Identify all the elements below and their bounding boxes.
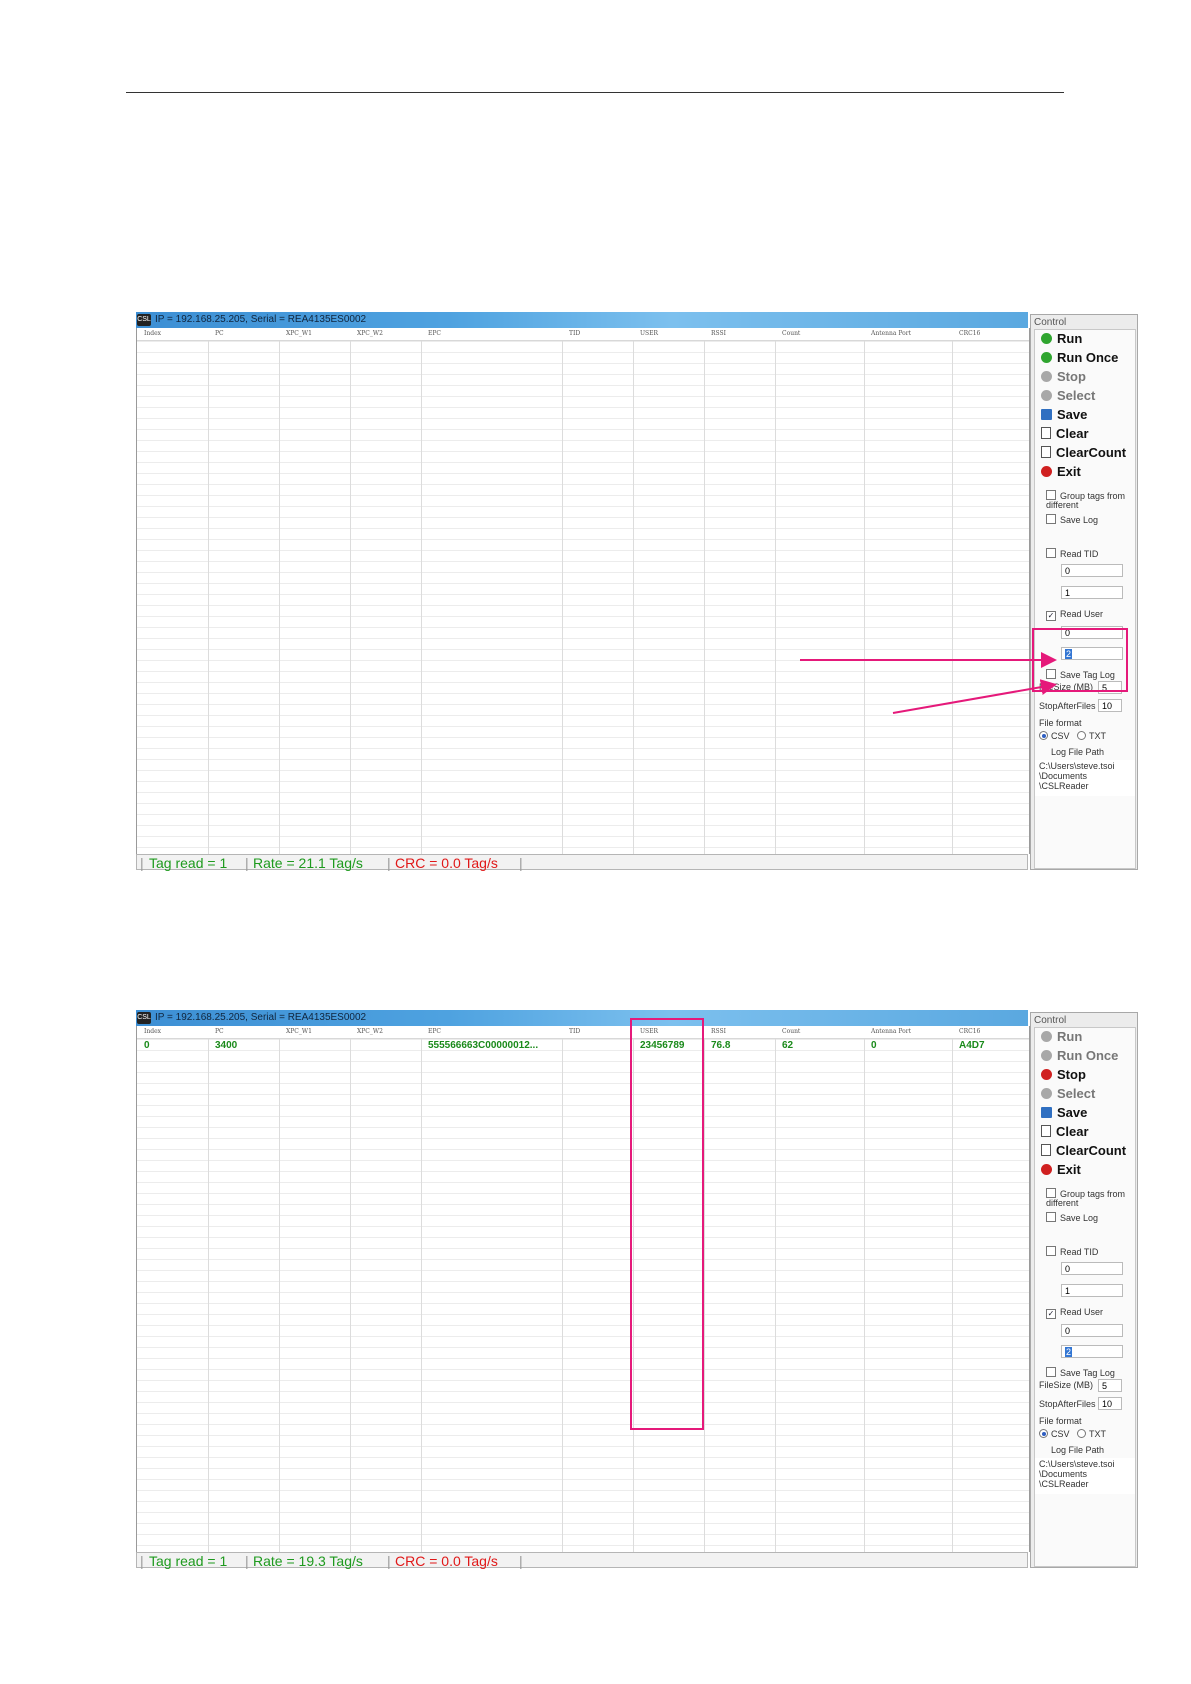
- read-tid-checkbox[interactable]: Read TID: [1046, 1246, 1098, 1257]
- column-header[interactable]: EPC: [428, 1028, 441, 1035]
- filesize-input[interactable]: 5: [1098, 1379, 1122, 1392]
- app-window-2: CSL IP = 192.168.25.205, Serial = REA413…: [136, 1010, 1138, 1568]
- window-titlebar[interactable]: CSL IP = 192.168.25.205, Serial = REA413…: [136, 1010, 1028, 1026]
- select-icon: [1041, 1088, 1052, 1099]
- cell-epc: 555566663C00000012...: [428, 1040, 539, 1051]
- control-panel-title: Control: [1034, 1015, 1067, 1026]
- user-column-highlight-box: [630, 1018, 704, 1430]
- column-header[interactable]: PC: [215, 1028, 224, 1035]
- user-offset-input[interactable]: 0: [1061, 1324, 1123, 1337]
- user-length-input[interactable]: 2: [1061, 1345, 1123, 1358]
- run-once-button[interactable]: Run Once: [1041, 1047, 1118, 1065]
- control-panel: Control Run Run Once Stop Select Save Cl…: [1030, 1012, 1138, 1568]
- log-file-path-label: Log File Path: [1051, 1445, 1105, 1455]
- play-icon: [1041, 1031, 1052, 1042]
- cell-crc16: A4D7: [959, 1040, 985, 1051]
- column-header[interactable]: Antenna Port: [871, 1028, 911, 1035]
- group-tags-checkbox[interactable]: Group tags from different: [1046, 1188, 1134, 1208]
- save-tag-log-checkbox[interactable]: Save Tag Log: [1046, 1367, 1115, 1378]
- column-header[interactable]: Count: [782, 1028, 800, 1035]
- save-button[interactable]: Save: [1041, 1104, 1087, 1122]
- status-bar: | Tag read = 1 | Rate = 19.3 Tag/s | CRC…: [136, 1552, 1028, 1568]
- tid-offset-input[interactable]: 0: [1061, 1262, 1123, 1275]
- log-file-path-value[interactable]: C:\Users\steve.tsoi \Documents \CSLReade…: [1039, 1459, 1115, 1489]
- csv-radio[interactable]: CSV: [1039, 1429, 1070, 1439]
- exit-button[interactable]: Exit: [1041, 1161, 1081, 1179]
- column-header[interactable]: TID: [569, 1028, 580, 1035]
- play-icon: [1041, 1050, 1052, 1061]
- app-icon: CSL: [137, 1012, 151, 1024]
- cell-rssi: 76.8: [711, 1040, 731, 1051]
- clear-button[interactable]: Clear: [1041, 1123, 1089, 1141]
- file-format-label: File format: [1039, 1416, 1082, 1426]
- column-header[interactable]: CRC16: [959, 1028, 980, 1035]
- tag-read-count: Tag read = 1: [149, 1553, 228, 1569]
- filesize-label: FileSize (MB): [1039, 1380, 1094, 1390]
- exit-icon: [1041, 1164, 1052, 1175]
- document-icon: [1041, 1144, 1051, 1156]
- stop-button[interactable]: Stop: [1041, 1066, 1086, 1084]
- column-header[interactable]: XPC_W2: [357, 1028, 383, 1035]
- read-user-checkbox[interactable]: ✓ Read User: [1046, 1307, 1103, 1319]
- txt-radio[interactable]: TXT: [1077, 1429, 1106, 1439]
- window-title: IP = 192.168.25.205, Serial = REA4135ES0…: [155, 1012, 367, 1023]
- stop-after-files-input[interactable]: 10: [1098, 1397, 1122, 1410]
- column-header[interactable]: RSSI: [711, 1028, 726, 1035]
- stop-icon: [1041, 1069, 1052, 1080]
- cell-count: 62: [782, 1040, 794, 1051]
- save-log-checkbox[interactable]: Save Log: [1046, 1212, 1098, 1223]
- page-header-rule: [126, 92, 1064, 93]
- column-header[interactable]: XPC_W1: [286, 1028, 312, 1035]
- select-button[interactable]: Select: [1041, 1085, 1095, 1103]
- cell-index: 0: [144, 1040, 150, 1051]
- app-window-1: CSL IP = 192.168.25.205, Serial = REA413…: [136, 312, 1138, 870]
- arrow-to-user-length: [892, 679, 1057, 714]
- column-header[interactable]: Index: [144, 1028, 161, 1035]
- document-icon: [1041, 1125, 1051, 1137]
- stop-after-files-label: StopAfterFiles: [1039, 1399, 1096, 1409]
- read-rate: Rate = 19.3 Tag/s: [253, 1553, 363, 1569]
- clear-count-button[interactable]: ClearCount: [1041, 1142, 1126, 1160]
- cell-antenna-port: 0: [871, 1040, 877, 1051]
- cell-pc: 3400: [215, 1040, 238, 1051]
- table-header: Index PC XPC_W1 XPC_W2 EPC TID USER RSSI…: [137, 1026, 1029, 1039]
- save-icon: [1041, 1107, 1052, 1118]
- run-button[interactable]: Run: [1041, 1028, 1082, 1046]
- tag-table[interactable]: Index PC XPC_W1 XPC_W2 EPC TID USER RSSI…: [136, 1026, 1030, 1552]
- crc-rate: CRC = 0.0 Tag/s: [395, 1553, 498, 1569]
- tid-length-input[interactable]: 1: [1061, 1284, 1123, 1297]
- annotation-arrows: [800, 652, 1057, 714]
